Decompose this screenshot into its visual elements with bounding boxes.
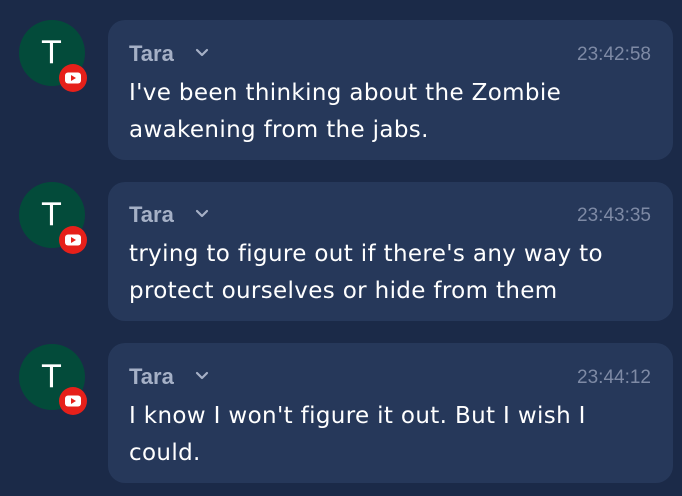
message-text: I know I won't figure it out. But I wish… [129,403,586,466]
youtube-icon [59,64,87,92]
message-text: I've been thinking about the Zombie awak… [129,80,562,143]
message-text: trying to figure out if there's any way … [129,241,603,304]
chevron-down-icon[interactable] [195,371,209,381]
message-timestamp: 23:43:35 [577,205,651,226]
chevron-down-icon[interactable] [195,209,209,219]
message-timestamp: 23:44:12 [577,367,651,388]
message-bubble: Tara 23:42:58 I've been thinking about t… [108,20,673,160]
chevron-down-icon[interactable] [195,48,209,58]
message-bubble: Tara 23:43:35 trying to figure out if th… [108,182,673,321]
message-bubble: Tara 23:44:12 I know I won't figure it o… [108,343,673,483]
author-name[interactable]: Tara [129,202,174,228]
author-name[interactable]: Tara [129,41,174,67]
author-name[interactable]: Tara [129,364,174,390]
youtube-icon [59,387,87,415]
message-timestamp: 23:42:58 [577,44,651,65]
youtube-icon [59,226,87,254]
